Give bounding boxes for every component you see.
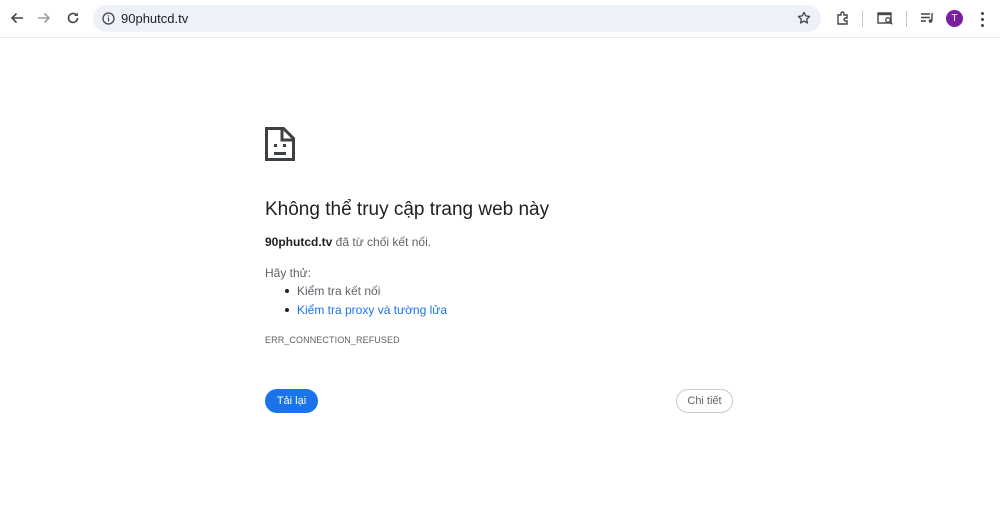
error-summary-text: đã từ chối kết nối. xyxy=(332,235,432,249)
media-control-icon[interactable] xyxy=(917,8,937,28)
reload-button[interactable]: Tải lại xyxy=(265,389,318,413)
sad-document-icon xyxy=(265,127,295,161)
details-button[interactable]: Chi tiết xyxy=(676,389,733,413)
search-tab-icon[interactable] xyxy=(875,8,895,28)
menu-icon[interactable] xyxy=(979,10,985,28)
extensions-icon[interactable] xyxy=(833,8,853,28)
toolbar-divider xyxy=(906,11,907,27)
error-host: 90phutcd.tv xyxy=(265,235,333,249)
bookmark-star-icon[interactable] xyxy=(796,10,812,26)
suggestions-list: Kiểm tra kết nối Kiểm tra proxy và tường… xyxy=(265,283,447,321)
profile-avatar[interactable]: T xyxy=(946,10,963,27)
url-text[interactable]: 90phutcd.tv xyxy=(121,11,188,26)
site-info-icon[interactable] xyxy=(100,10,116,26)
reload-icon[interactable] xyxy=(62,7,84,29)
browser-toolbar: 90phutcd.tv T xyxy=(0,0,1000,38)
forward-icon[interactable] xyxy=(33,7,55,29)
suggestion-check-connection: Kiểm tra kết nối xyxy=(265,283,447,302)
error-summary: 90phutcd.tv đã từ chối kết nối. xyxy=(265,235,431,249)
page-title: Không thể truy cập trang web này xyxy=(265,199,550,220)
suggestion-check-proxy-link[interactable]: Kiểm tra proxy và tường lửa xyxy=(265,302,447,321)
toolbar-divider xyxy=(862,11,863,27)
back-icon[interactable] xyxy=(6,7,28,29)
address-bar[interactable]: 90phutcd.tv xyxy=(93,5,821,32)
error-code: ERR_CONNECTION_REFUSED xyxy=(265,335,400,345)
suggestions-heading: Hãy thử: xyxy=(265,266,312,280)
